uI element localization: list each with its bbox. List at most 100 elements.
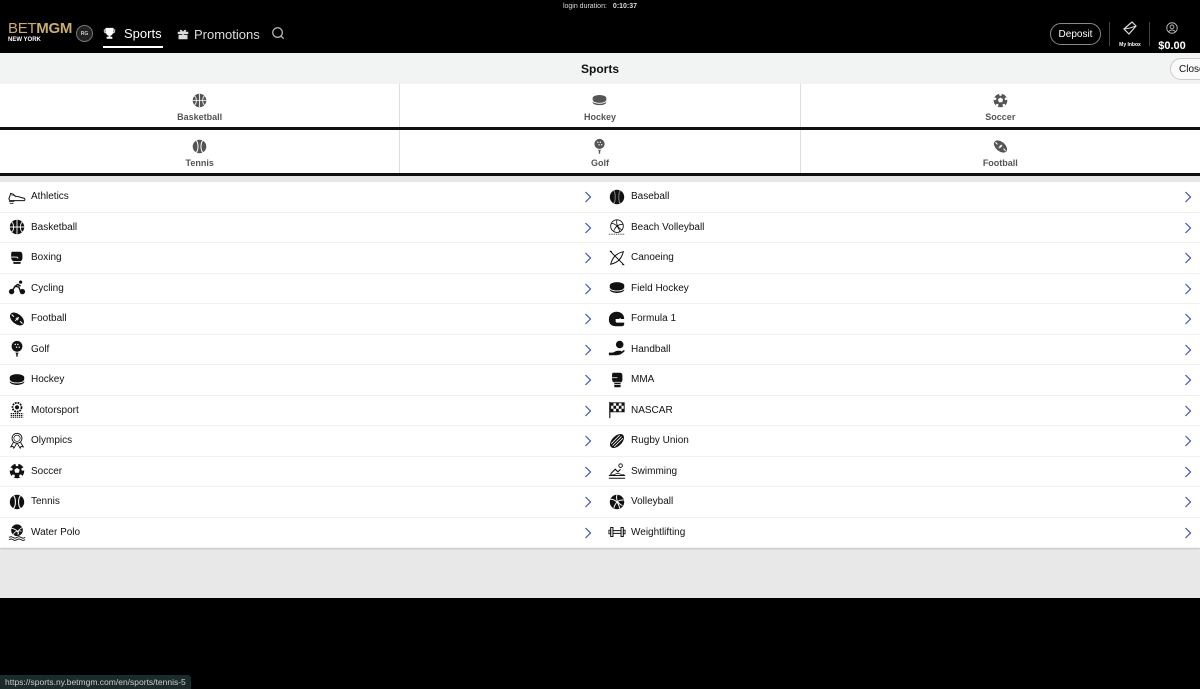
nav-sports[interactable]: Sports [103, 22, 162, 49]
quick-link-basketball[interactable]: Basketball [0, 84, 401, 127]
quick-link-label: Hockey [583, 111, 616, 122]
football-icon [10, 312, 24, 326]
sport-item-handball[interactable]: Handball [600, 335, 1200, 365]
sport-item-label: Water Polo [31, 526, 81, 538]
sport-item-soccer[interactable]: Soccer [0, 457, 600, 487]
sport-item-label: Canoeing [631, 252, 674, 264]
quick-link-label: Football [982, 157, 1018, 168]
sport-item-label: Hockey [31, 374, 65, 386]
sport-item-label: Basketball [31, 221, 78, 233]
account-balance[interactable]: $0.00 [1155, 21, 1189, 52]
sport-item-athletics[interactable]: Athletics [0, 182, 600, 213]
logo-bet: BET [8, 20, 37, 37]
quick-link-golf[interactable]: Golf [400, 130, 801, 173]
quick-links-grid: Basketball Hockey Soccer Tennis Golf Football [0, 84, 1200, 176]
responsible-gaming-badge[interactable]: RG [76, 25, 93, 42]
sport-item-canoeing[interactable]: Canoeing [600, 243, 1200, 274]
sport-item-rugby-union[interactable]: Rugby Union [600, 426, 1200, 457]
sport-item-label: Beach Volleyball [631, 221, 705, 233]
football-icon [993, 139, 1007, 153]
chevron-right-icon [585, 222, 592, 233]
chevron-right-icon [1185, 496, 1192, 508]
sports-list-left: Athletics Basketball Boxing Cycling Football… [0, 182, 600, 548]
soccer-ball-icon [9, 463, 25, 479]
sport-item-field-hockey[interactable]: Field Hockey [600, 274, 1200, 304]
sport-item-golf[interactable]: Golf [0, 335, 600, 365]
logo-mgm: MGM [36, 20, 73, 37]
helmet-icon [608, 311, 625, 326]
sport-item-label: Formula 1 [631, 313, 677, 325]
sport-item-baseball[interactable]: Baseball [600, 182, 1200, 213]
chevron-right-icon [1185, 191, 1192, 203]
sport-item-mma[interactable]: MMA [600, 365, 1200, 396]
chevron-right-icon [1185, 527, 1192, 538]
sport-item-label: Motorsport [31, 404, 79, 416]
chevron-right-icon [1185, 222, 1192, 233]
sports-list: Athletics Basketball Boxing Cycling Football… [0, 182, 1200, 548]
sport-item-label: Olympics [31, 435, 73, 447]
sport-item-motorsport[interactable]: Motorsport [0, 396, 600, 426]
sport-item-label: Golf [31, 343, 50, 355]
sport-item-label: Weightlifting [631, 526, 686, 538]
soccer-ball-icon [993, 92, 1008, 107]
quick-link-label: Basketball [177, 111, 223, 122]
my-inbox-label: My Inbox [1119, 42, 1141, 48]
quick-links-row: Tennis Golf Football [0, 130, 1200, 176]
sport-item-label: Boxing [31, 252, 62, 264]
sport-item-formula-1[interactable]: Formula 1 [600, 304, 1200, 335]
chevron-right-icon [585, 252, 592, 264]
sport-item-boxing[interactable]: Boxing [0, 243, 600, 274]
sport-item-swimming[interactable]: Swimming [600, 457, 1200, 487]
sport-item-hockey[interactable]: Hockey [0, 365, 600, 396]
tennis-ball-icon [192, 139, 207, 153]
swimmer-icon [608, 463, 626, 479]
sport-item-water-polo[interactable]: Water Polo [0, 518, 600, 548]
basketball-icon [192, 93, 207, 107]
chevron-right-icon [585, 435, 592, 447]
sport-item-tennis[interactable]: Tennis [0, 487, 600, 518]
sport-item-volleyball[interactable]: Volleyball [600, 487, 1200, 518]
sport-item-cycling[interactable]: Cycling [0, 274, 600, 304]
golf-ball-icon [11, 341, 23, 357]
close-button[interactable]: Close [1170, 58, 1200, 80]
sport-item-football[interactable]: Football [0, 304, 600, 335]
sport-item-label: NASCAR [631, 404, 673, 416]
nav-promotions[interactable]: Promotions [177, 22, 260, 46]
sport-item-label: Handball [631, 343, 671, 355]
quick-links-row: Basketball Hockey Soccer [0, 84, 1200, 130]
canoe-icon [609, 250, 625, 266]
cyclist-icon [8, 280, 26, 295]
search-icon[interactable] [271, 26, 285, 40]
chevron-right-icon [585, 405, 592, 416]
login-duration: login duration: 0:10:37 [0, 3, 1200, 10]
basketball-icon [9, 220, 25, 235]
my-inbox-button[interactable]: My Inbox [1116, 20, 1144, 48]
mma-glove-icon [612, 372, 623, 387]
chevron-right-icon [585, 496, 592, 508]
quick-link-football[interactable]: Football [801, 130, 1200, 173]
sport-item-weightlifting[interactable]: Weightlifting [600, 518, 1200, 548]
deposit-button[interactable]: Deposit [1050, 23, 1101, 45]
sport-item-basketball[interactable]: Basketball [0, 213, 600, 243]
quick-link-hockey[interactable]: Hockey [400, 84, 801, 127]
login-duration-label: login duration: [562, 3, 607, 10]
quick-link-label: Soccer [985, 111, 1016, 122]
quick-link-tennis[interactable]: Tennis [0, 130, 401, 173]
sport-item-label: Cycling [31, 282, 64, 294]
quick-link-soccer[interactable]: Soccer [801, 84, 1200, 127]
sport-item-nascar[interactable]: NASCAR [600, 396, 1200, 426]
hockey-puck-icon [592, 94, 608, 105]
chevron-right-icon [1185, 466, 1192, 477]
divider [1109, 22, 1110, 46]
chevron-right-icon [585, 283, 592, 294]
trophy-icon [103, 27, 116, 39]
chevron-right-icon [1185, 405, 1192, 416]
quick-link-label: Golf [590, 157, 609, 168]
sport-item-beach-volleyball[interactable]: Beach Volleyball [600, 213, 1200, 243]
baseball-icon [609, 189, 625, 204]
sport-item-label: Baseball [631, 191, 670, 203]
betmgm-logo[interactable]: BETMGM NEW YORK [8, 21, 72, 43]
balance-amount: $0.00 [1158, 40, 1186, 52]
sport-item-olympics[interactable]: Olympics [0, 426, 600, 457]
water-polo-icon [8, 524, 26, 542]
